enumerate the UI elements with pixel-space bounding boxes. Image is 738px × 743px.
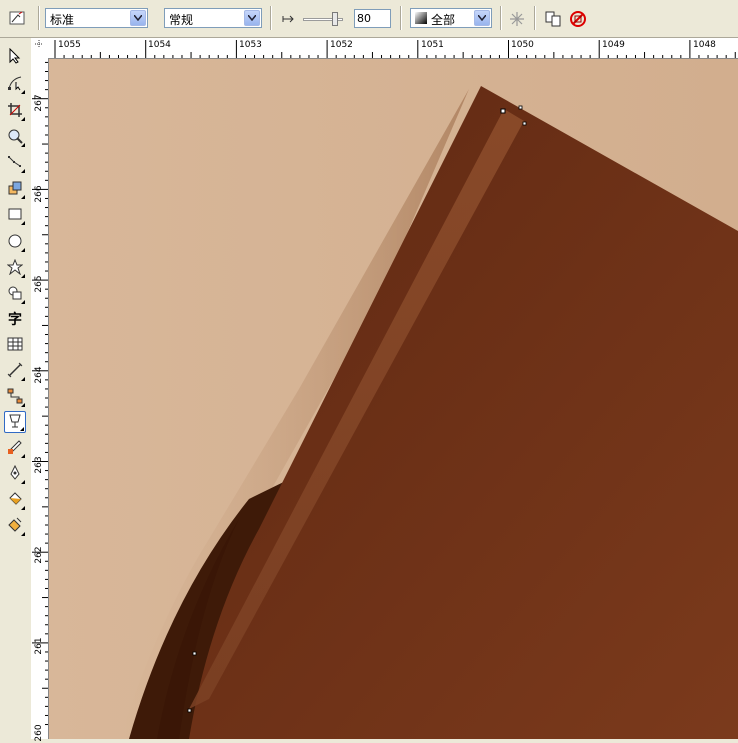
dimension-tool[interactable] (4, 360, 26, 382)
eyedropper-tool[interactable] (4, 437, 26, 459)
basic-shapes-tool[interactable] (4, 283, 26, 305)
ruler-label: 1051 (421, 40, 444, 50)
table-tool[interactable] (4, 334, 26, 356)
toolbox: 字 (0, 38, 32, 739)
node-handle[interactable] (500, 108, 506, 114)
ruler-origin[interactable] (31, 38, 49, 59)
text-tool-icon: 字 (8, 312, 22, 328)
fill-tool[interactable] (4, 489, 26, 511)
merge-mode-value: 常规 (169, 13, 194, 27)
smart-fill-tool[interactable] (4, 178, 26, 200)
interactive-fill-tool[interactable] (4, 515, 26, 537)
ruler-label: 1050 (511, 40, 534, 50)
pick-tool[interactable] (4, 46, 26, 68)
ruler-label: 1052 (330, 40, 353, 50)
pick-tool-icon (7, 47, 23, 67)
opacity-slider-thumb[interactable] (332, 12, 338, 26)
text-tool[interactable]: 字 (4, 308, 26, 330)
horizontal-ruler[interactable]: 1055 1054 1053 1052 1051 1050 1049 1048 (48, 38, 738, 59)
chevron-down-icon[interactable] (474, 10, 490, 26)
ruler-label: 260 (34, 724, 44, 742)
node-handle[interactable] (522, 121, 527, 126)
ruler-label: 267 (34, 94, 44, 112)
ruler-label: 265 (34, 275, 44, 293)
opacity-icon (278, 8, 300, 30)
connector-tool[interactable] (4, 386, 26, 408)
freeze-icon[interactable] (506, 8, 528, 30)
rectangle-tool[interactable] (4, 204, 26, 226)
freehand-tool[interactable] (4, 152, 26, 174)
gradient-swatch-icon (415, 12, 427, 27)
transparency-type-value: 标准 (50, 13, 75, 27)
property-bar: 标准 常规 全部 (0, 0, 738, 38)
transparency-tool[interactable] (4, 411, 26, 433)
drawing-canvas[interactable] (49, 59, 738, 739)
chevron-down-icon[interactable] (244, 10, 260, 26)
merge-mode-combo[interactable]: 常规 (164, 8, 262, 28)
outline-pen-tool[interactable] (4, 463, 26, 485)
chevron-down-icon[interactable] (130, 10, 146, 26)
ruler-label: 1055 (58, 40, 81, 50)
ruler-label: 1048 (693, 40, 716, 50)
crop-tool[interactable] (4, 100, 26, 122)
ruler-label: 266 (34, 185, 44, 203)
drawing-artwork[interactable] (49, 59, 738, 739)
ruler-label: 262 (34, 546, 44, 564)
ellipse-tool[interactable] (4, 231, 26, 253)
ruler-label: 1049 (602, 40, 625, 50)
zoom-tool[interactable] (4, 126, 26, 148)
ruler-label: 264 (34, 366, 44, 384)
clear-transparency-icon[interactable] (567, 8, 589, 30)
opacity-input[interactable] (354, 9, 391, 28)
copy-transparency-icon[interactable] (542, 8, 564, 30)
target-combo[interactable]: 全部 (410, 8, 492, 28)
node-handle[interactable] (187, 708, 192, 713)
table-tool-icon (7, 336, 23, 355)
ruler-label: 1054 (148, 40, 171, 50)
ruler-label: 263 (34, 456, 44, 474)
node-handle[interactable] (192, 651, 197, 656)
ruler-label: 261 (34, 637, 44, 655)
edit-transparency-icon[interactable] (6, 8, 28, 30)
target-value: 全部 (431, 13, 456, 27)
transparency-type-combo[interactable]: 标准 (45, 8, 148, 28)
ruler-label: 1053 (239, 40, 262, 50)
vertical-ruler[interactable]: 267 266 265 264 263 262 261 260 (31, 58, 49, 742)
shape-tool[interactable] (4, 73, 26, 95)
polygon-tool[interactable] (4, 257, 26, 279)
node-handle[interactable] (518, 105, 523, 110)
